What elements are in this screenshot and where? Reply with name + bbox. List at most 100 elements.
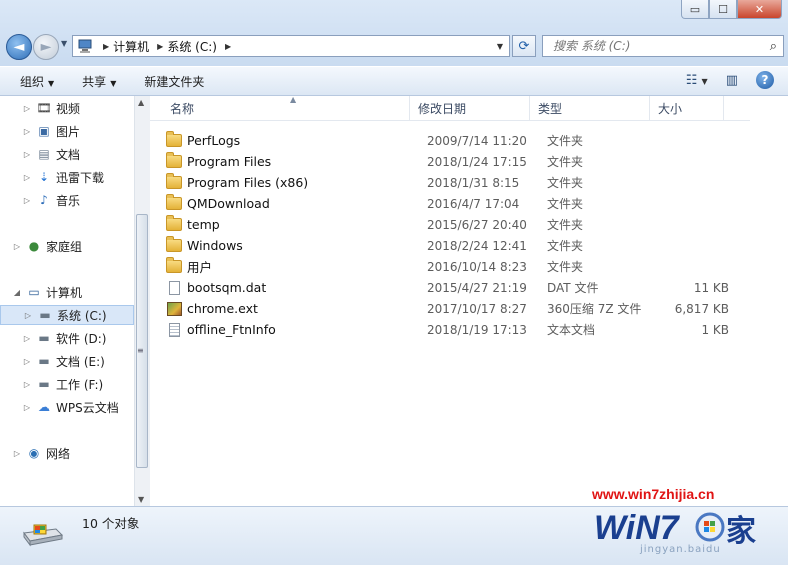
search-box[interactable]: ⌕ bbox=[542, 35, 784, 57]
expand-icon[interactable]: ▷ bbox=[22, 196, 32, 205]
refresh-icon: ⟳ bbox=[518, 38, 530, 54]
file-row[interactable]: QMDownload 2016/4/7 17:04 文件夹 bbox=[166, 193, 729, 214]
collapse-icon[interactable]: ◢ bbox=[12, 288, 22, 297]
close-button[interactable]: ✕ bbox=[737, 0, 782, 19]
refresh-button[interactable]: ⟳ bbox=[512, 35, 536, 57]
breadcrumb-separator-icon[interactable]: ▶ bbox=[103, 42, 109, 51]
scroll-up-icon[interactable]: ▲ bbox=[138, 98, 144, 107]
folder-icon bbox=[166, 194, 182, 212]
file-date: 2018/2/24 12:41 bbox=[427, 238, 527, 253]
address-dropdown-icon[interactable]: ▼ bbox=[497, 42, 503, 51]
preview-pane-button[interactable]: ▥ bbox=[726, 73, 738, 88]
navigation-scrollbar[interactable]: ▲ ≡ ▼ bbox=[134, 96, 150, 506]
breadcrumb-system-drive[interactable]: 系统 (C:) bbox=[167, 38, 217, 55]
file-type: 文本文档 bbox=[547, 323, 596, 337]
homegroup-icon: ● bbox=[28, 239, 40, 253]
share-label: 共享 bbox=[82, 74, 107, 89]
back-button[interactable]: ◄ bbox=[6, 34, 32, 60]
column-header-size[interactable]: 大小 bbox=[650, 96, 724, 120]
nav-item[interactable]: ▷ ♪ 音乐 bbox=[0, 190, 134, 210]
system-drive-large-icon bbox=[23, 524, 64, 547]
file-row[interactable]: offline_FtnInfo 2018/1/19 17:13 文本文档 1 KB bbox=[166, 319, 729, 340]
expand-icon[interactable]: ▷ bbox=[12, 449, 22, 458]
nav-item[interactable]: ▷ ◉ 网络 bbox=[0, 443, 134, 463]
file-date: 2017/10/17 8:27 bbox=[427, 301, 527, 316]
nav-item[interactable]: ▷ ▣ 图片 bbox=[0, 121, 134, 141]
expand-icon[interactable]: ▷ bbox=[12, 242, 22, 251]
navigation-pane[interactable]: ▷ 🎞 视频 ▷ ▣ 图片 ▷ ▤ 文档 ▷ ⇣ 迅雷下载 ▷ ♪ 音乐 ▷ ● 家庭组 ◢ ▭ 计算机 ▷ ▬ 系统 (C:… bbox=[0, 96, 134, 506]
nav-item[interactable]: ▷ ▬ 软件 (D:) bbox=[0, 328, 134, 348]
search-input[interactable] bbox=[551, 38, 770, 54]
nav-item[interactable]: ▷ ● 家庭组 bbox=[0, 236, 134, 256]
nav-item[interactable]: ▷ ▤ 文档 bbox=[0, 144, 134, 164]
sort-ascending-icon: ▲ bbox=[290, 95, 297, 104]
breadcrumb-separator-icon[interactable]: ▶ bbox=[157, 42, 163, 51]
new-folder-button[interactable]: 新建文件夹 bbox=[144, 73, 204, 90]
breadcrumb-computer[interactable]: 计算机 bbox=[113, 38, 149, 55]
file-type: 文件夹 bbox=[547, 260, 584, 274]
minimize-button[interactable]: ▭ bbox=[681, 0, 709, 19]
nav-item-label: 迅雷下载 bbox=[56, 170, 105, 185]
arrow-left-icon: ◄ bbox=[13, 39, 25, 55]
file-name: temp bbox=[187, 217, 220, 232]
address-bar[interactable]: ▶ 计算机 ▶ 系统 (C:) ▶ ▼ bbox=[72, 35, 510, 57]
nav-item-label: 软件 (D:) bbox=[56, 331, 107, 346]
nav-item[interactable]: ◢ ▭ 计算机 bbox=[0, 282, 134, 302]
file-row[interactable]: temp 2015/6/27 20:40 文件夹 bbox=[166, 214, 729, 235]
maximize-button[interactable]: ☐ bbox=[709, 0, 737, 19]
file-list[interactable]: 名称 修改日期 类型 大小 ▲ PerfLogs 2009/7/14 11:20 文… bbox=[150, 95, 788, 506]
file-date: 2015/6/27 20:40 bbox=[427, 217, 527, 232]
watermark-logo: WiN7 家 bbox=[594, 509, 756, 549]
expand-icon[interactable]: ▷ bbox=[23, 311, 33, 320]
share-menu[interactable]: 共享 ▼ bbox=[82, 73, 116, 90]
pictures-icon: ▣ bbox=[38, 124, 50, 138]
nav-item-label: 计算机 bbox=[46, 285, 83, 300]
file-row[interactable]: Program Files 2018/1/24 17:15 文件夹 bbox=[166, 151, 729, 172]
view-controls: ☷ ▼ ▥ ? bbox=[686, 71, 774, 89]
scrollbar-thumb[interactable] bbox=[136, 214, 148, 468]
file-row[interactable]: PerfLogs 2009/7/14 11:20 文件夹 bbox=[166, 130, 729, 151]
computer-icon: ▭ bbox=[28, 285, 40, 299]
file-row[interactable]: Program Files (x86) 2018/1/31 8:15 文件夹 bbox=[166, 172, 729, 193]
view-options-button[interactable]: ☷ ▼ bbox=[686, 73, 708, 88]
expand-icon[interactable]: ▷ bbox=[22, 403, 32, 412]
file-date: 2009/7/14 11:20 bbox=[427, 133, 527, 148]
expand-icon[interactable]: ▷ bbox=[22, 357, 32, 366]
expand-icon[interactable]: ▷ bbox=[22, 127, 32, 136]
nav-item[interactable]: ▷ ▬ 工作 (F:) bbox=[0, 374, 134, 394]
scroll-down-icon[interactable]: ▼ bbox=[138, 495, 144, 504]
organize-label: 组织 bbox=[20, 74, 45, 89]
breadcrumb-separator-icon[interactable]: ▶ bbox=[225, 42, 231, 51]
file-row[interactable]: 用户 2016/10/14 8:23 文件夹 bbox=[166, 256, 729, 277]
nav-item[interactable]: ▷ ⇣ 迅雷下载 bbox=[0, 167, 134, 187]
file-name: bootsqm.dat bbox=[187, 280, 267, 295]
search-icon[interactable]: ⌕ bbox=[770, 39, 777, 54]
file-name: Windows bbox=[187, 238, 243, 253]
organize-menu[interactable]: 组织 ▼ bbox=[20, 73, 54, 90]
column-header-type[interactable]: 类型 bbox=[530, 96, 650, 120]
forward-button[interactable]: ► bbox=[33, 34, 59, 60]
expand-icon[interactable]: ▷ bbox=[22, 380, 32, 389]
column-header-date[interactable]: 修改日期 bbox=[410, 96, 530, 120]
view-details-icon: ☷ bbox=[685, 72, 698, 88]
recent-pages-dropdown[interactable]: ▼ bbox=[61, 39, 67, 48]
nav-item[interactable]: ▷ ▬ 文档 (E:) bbox=[0, 351, 134, 371]
nav-item-label: 家庭组 bbox=[46, 239, 83, 254]
file-row[interactable]: bootsqm.dat 2015/4/27 21:19 DAT 文件 11 KB bbox=[166, 277, 729, 298]
file-size: 1 KB bbox=[701, 322, 729, 337]
help-button[interactable]: ? bbox=[756, 71, 774, 89]
nav-item[interactable]: ▷ 🎞 视频 bbox=[0, 98, 134, 118]
expand-icon[interactable]: ▷ bbox=[22, 104, 32, 113]
folder-icon bbox=[166, 236, 182, 254]
file-row[interactable]: Windows 2018/2/24 12:41 文件夹 bbox=[166, 235, 729, 256]
column-header-name[interactable]: 名称 bbox=[150, 96, 410, 120]
expand-icon[interactable]: ▷ bbox=[22, 150, 32, 159]
nav-item[interactable]: ▷ ▬ 系统 (C:) bbox=[0, 305, 134, 325]
file-row[interactable]: chrome.ext 2017/10/17 8:27 360压缩 7Z 文件 6,81… bbox=[166, 298, 729, 319]
nav-item[interactable]: ▷ ☁ WPS云文档 bbox=[0, 397, 134, 417]
expand-icon[interactable]: ▷ bbox=[22, 334, 32, 343]
file-date: 2018/1/24 17:15 bbox=[427, 154, 527, 169]
file-name: chrome.ext bbox=[187, 301, 258, 316]
expand-icon[interactable]: ▷ bbox=[22, 173, 32, 182]
file-name: QMDownload bbox=[187, 196, 270, 211]
